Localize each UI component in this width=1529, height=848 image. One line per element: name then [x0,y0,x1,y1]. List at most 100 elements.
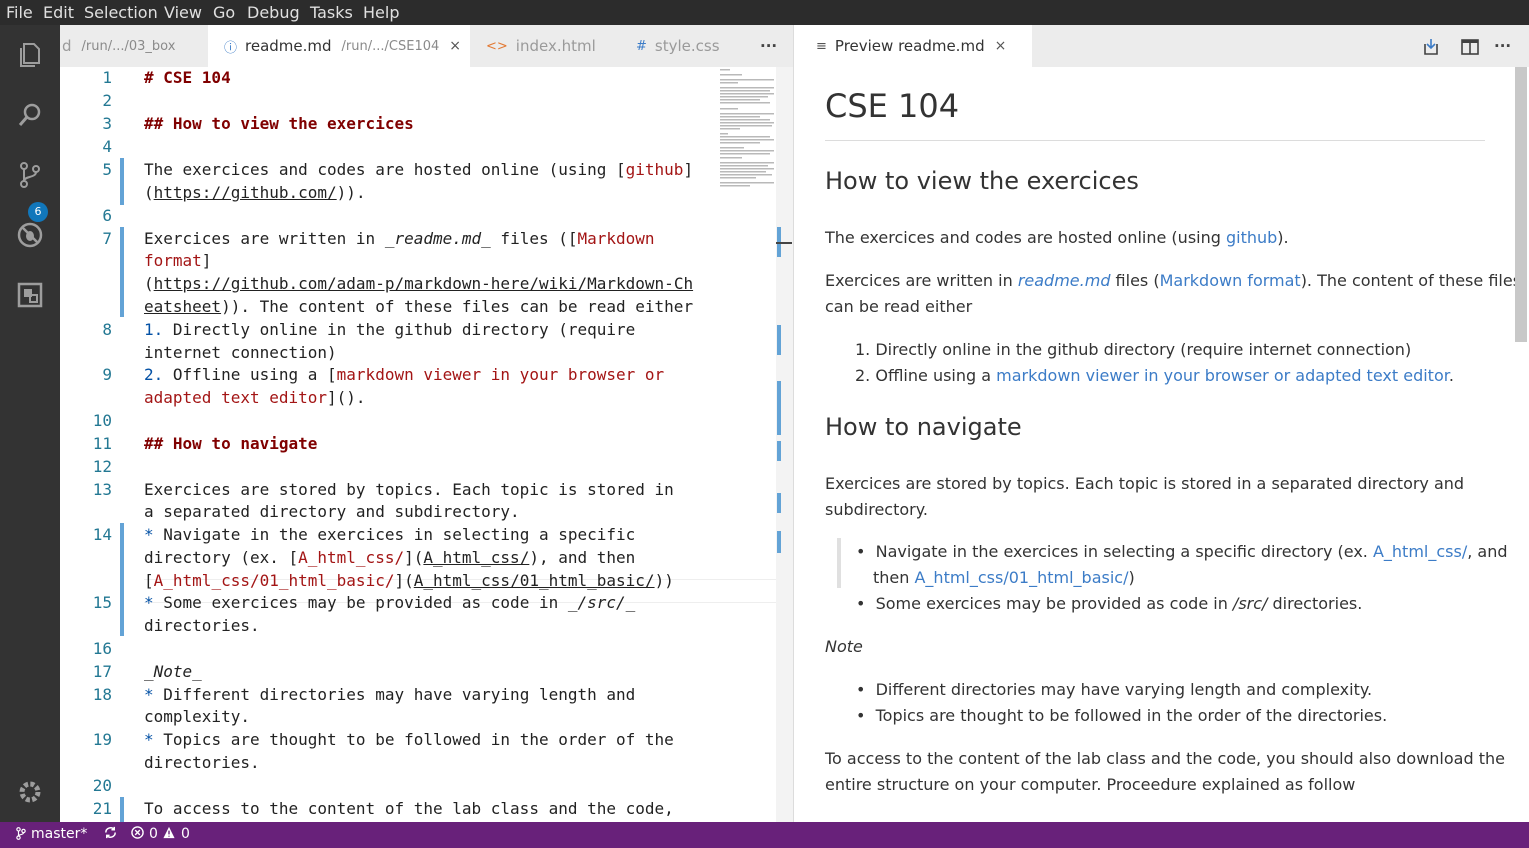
preview-tab-bar: ≡ Preview readme.md × ··· [794,25,1529,67]
code-line: * Topics are thought to be followed in t… [144,730,674,749]
split-editor-icon[interactable] [1460,37,1480,57]
editor-scrollbar[interactable] [776,67,794,822]
menu-debug[interactable]: Debug [247,3,300,22]
warnings-icon[interactable] [162,826,176,843]
bullet-list-item: • Navigate in the exercices in selecting… [856,542,1508,561]
activity-bar: 6 [0,25,60,822]
tab-preview-readme[interactable]: ≡ Preview readme.md × [794,25,1032,67]
code-line: ## How to view the exercices [144,114,414,133]
code-line: complexity. [144,707,250,726]
modified-gutter-marker [120,797,124,822]
line-number: 13 [92,480,112,499]
minimap[interactable] [718,67,776,187]
code-line: [A_html_css/01_html_basic/](A_html_css/0… [144,571,674,590]
extensions-icon[interactable] [0,270,60,320]
preview-paragraph: Exercices are stored by topics. Each top… [825,474,1465,493]
readme-link[interactable]: readme.md [1018,271,1111,290]
line-number: 18 [92,685,112,704]
bullet-list-item-continued: then A_html_css/01_html_basic/) [873,568,1135,587]
line-number: 11 [92,434,112,453]
code-line: format] [144,251,212,270]
scrollbar-change-marker [777,381,781,435]
code-line: _Note_ [144,662,202,681]
html-file-icon: <> [486,38,508,54]
line-number: 20 [92,776,112,795]
menu-view[interactable]: View [164,3,202,22]
more-actions-icon[interactable]: ··· [1494,25,1524,67]
menu-tasks[interactable]: Tasks [310,3,353,22]
sync-icon[interactable] [103,825,118,844]
close-icon[interactable]: × [995,38,1007,54]
menu-go[interactable]: Go [213,3,235,22]
code-line: directory (ex. [A_html_css/](A_html_css/… [144,548,636,567]
line-number: 17 [92,662,112,681]
code-line: * Navigate in the exercices in selecting… [144,525,636,544]
modified-gutter-marker [120,227,124,317]
tab-label: Preview readme.md [834,37,985,55]
line-number: 8 [102,320,112,339]
line-number: 21 [92,799,112,818]
git-branch-icon [16,826,26,845]
more-actions-icon[interactable]: ··· [760,25,790,67]
code-line: 1. Directly online in the github directo… [144,320,636,339]
explorer-icon[interactable] [0,30,60,80]
code-line: * Different directories may have varying… [144,685,636,704]
line-number: 19 [92,730,112,749]
code-line: internet connection) [144,343,337,362]
tab-index-html[interactable]: <> index.html [470,25,620,67]
source-control-icon[interactable] [0,150,60,200]
line-number: 5 [102,160,112,179]
markdown-viewer-link[interactable]: markdown viewer in your browser or adapt… [996,366,1449,385]
tab-description: /run/.../03_box [81,38,176,54]
scroll-sync-marker [837,538,841,588]
menu-file[interactable]: File [6,3,33,22]
bullet-list-item: • Different directories may have varying… [856,680,1373,699]
error-count: 0 [149,826,158,842]
debug-icon[interactable] [0,210,60,260]
open-source-icon[interactable] [1421,37,1441,57]
line-number: 6 [102,206,112,225]
line-number: 15 [92,593,112,612]
scrollbar-change-marker [777,493,781,513]
git-branch[interactable]: master* [31,826,87,842]
errors-icon[interactable] [131,826,144,843]
code-editor[interactable]: 1 2 3 4 5 6 7 8 9 10 11 12 13 14 15 16 1… [60,67,794,822]
settings-gear-icon[interactable] [0,767,60,817]
code-line: adapted text editor](). [144,388,366,407]
tab-03-box[interactable]: d/run/.../03_box [60,25,210,67]
line-number: 14 [92,525,112,544]
close-icon[interactable]: × [449,38,461,54]
menu-help[interactable]: Help [363,3,399,22]
html-basic-link[interactable]: A_html_css/01_html_basic/ [914,568,1128,587]
preview-paragraph: subdirectory. [825,500,929,519]
search-icon[interactable] [0,90,60,140]
tab-label: style.css [654,37,720,55]
tab-label: d [62,37,72,55]
code-line: Exercices are written in _readme.md_ fil… [144,229,655,248]
code-line: 2. Offline using a [markdown viewer in y… [144,365,665,384]
github-link[interactable]: github [1226,228,1277,247]
line-number: 2 [102,91,112,110]
code-line: (https://github.com/adam-p/markdown-here… [144,274,694,293]
menu-edit[interactable]: Edit [43,3,74,22]
status-bar: master* 0 0 [0,822,1529,848]
preview-scrollbar-thumb[interactable] [1515,67,1527,342]
preview-paragraph: The exercices and codes are hosted onlin… [825,228,1289,247]
menu-selection[interactable]: Selection [84,3,158,22]
scrollbar-change-marker [777,531,781,553]
code-line: Exercices are stored by topics. Each top… [144,480,674,499]
preview-heading-1: CSE 104 [825,87,960,125]
preview-heading-2: How to view the exercices [825,167,1139,195]
code-line: The exercices and codes are hosted onlin… [144,160,694,179]
html-css-link[interactable]: A_html_css/ [1373,542,1467,561]
code-line: directories. [144,616,260,635]
tab-label: index.html [515,37,596,55]
info-icon: ⓘ [224,40,238,56]
tab-readme-md[interactable]: ⓘ readme.md/run/.../CSE104 × [208,25,486,67]
markdown-format-link[interactable]: Markdown format [1160,271,1301,290]
tab-style-css[interactable]: # style.css [620,25,766,67]
menu-bar: File Edit Selection View Go Debug Tasks … [0,0,1529,25]
preview-paragraph: Exercices are written in readme.md files… [825,271,1522,290]
preview-paragraph: entire structure on your computer. Proce… [825,775,1356,794]
line-number: 12 [92,457,112,476]
